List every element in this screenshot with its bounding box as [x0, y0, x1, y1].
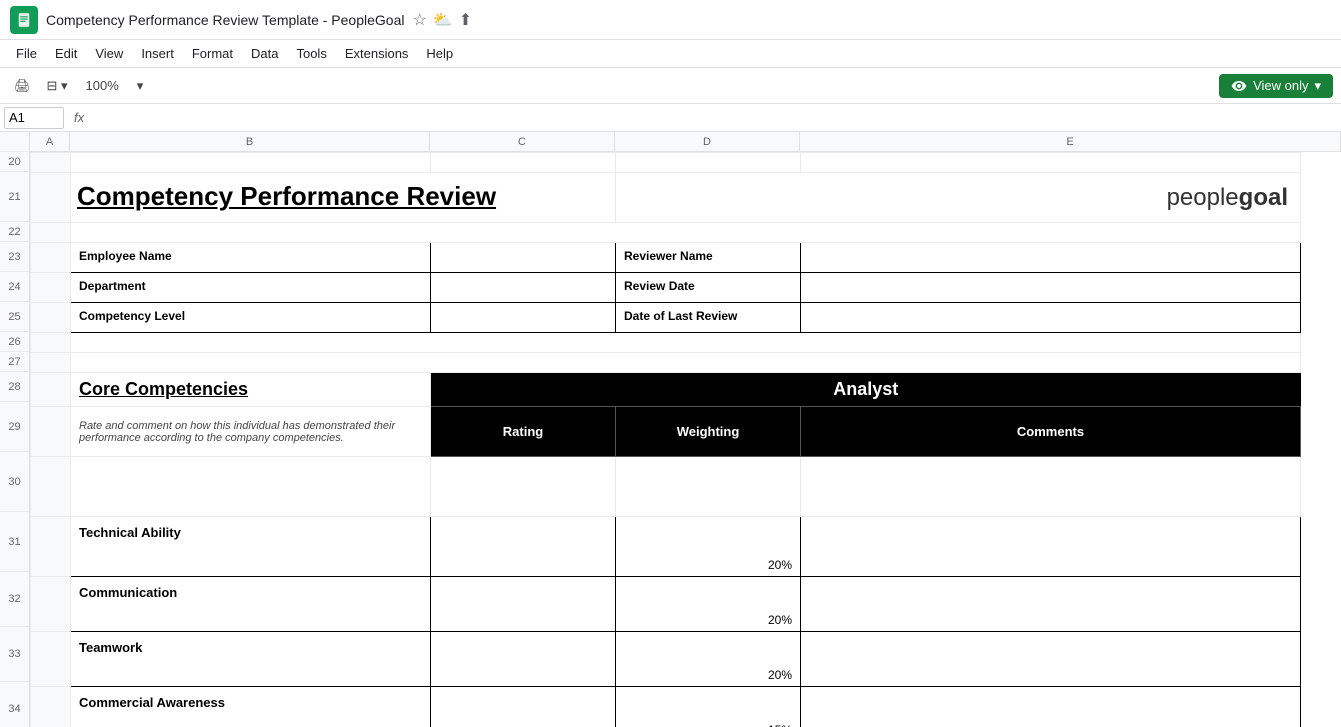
peoplegoal-logo: peoplegoal	[616, 173, 1300, 222]
analyst-label: Analyst	[431, 373, 1301, 406]
table-row: Employee Name Reviewer Name	[31, 243, 1301, 273]
technical-ability-weighting: 20%	[624, 521, 792, 572]
grid-area: A B C D E Competen	[30, 132, 1341, 727]
toolbar: 🖨 ⊟ ▾ 100% ▾ View only ▾	[0, 68, 1341, 104]
col-header-b: B	[70, 132, 430, 151]
col-header-c: C	[430, 132, 615, 151]
commercial-awareness-label: Commercial Awareness	[71, 687, 430, 718]
table-row	[31, 333, 1301, 353]
row-25: 25	[0, 302, 29, 332]
communication-weighting: 20%	[624, 581, 792, 627]
formula-input[interactable]	[94, 107, 1337, 129]
commercial-awareness-weighting: 15%	[624, 691, 792, 727]
row-24: 24	[0, 272, 29, 302]
table-row: Competency Level Date of Last Review	[31, 303, 1301, 333]
cloud-icon[interactable]: ⛅	[433, 10, 453, 30]
menu-help[interactable]: Help	[418, 44, 461, 63]
zoom-control[interactable]: 100%	[78, 76, 127, 95]
communication-label: Communication	[71, 577, 430, 608]
weighting-header: Weighting	[616, 407, 800, 456]
table-row: Teamwork 20%	[31, 632, 1301, 687]
row-27: 27	[0, 352, 29, 372]
table-row: Technical Ability 20%	[31, 517, 1301, 577]
sheets-icon	[10, 6, 38, 34]
formula-bar: fx	[0, 104, 1341, 132]
logo-people: people	[1167, 184, 1239, 212]
row-33: 33	[0, 627, 29, 682]
sheet-table: Competency Performance Review peoplegoal	[30, 152, 1301, 727]
column-headers: A B C D E	[30, 132, 1341, 152]
row-29: 29	[0, 402, 29, 452]
row-numbers: 20 21 22 23 24 25 26 27 28 29 30 31 32 3…	[0, 132, 30, 727]
menu-bar: File Edit View Insert Format Data Tools …	[0, 40, 1341, 68]
comments-header: Comments	[801, 407, 1300, 456]
drive-icon[interactable]: ⬆	[459, 10, 472, 30]
table-row	[31, 353, 1301, 373]
table-row: Competency Performance Review peoplegoal	[31, 173, 1301, 223]
table-row: Communication 20%	[31, 577, 1301, 632]
logo-goal: goal	[1239, 184, 1288, 212]
top-bar: Competency Performance Review Template -…	[0, 0, 1341, 40]
reviewer-name-label: Reviewer Name	[616, 243, 800, 269]
row-21: 21	[0, 172, 29, 222]
core-competencies-title: Core Competencies	[71, 375, 430, 404]
zoom-dropdown[interactable]: ▾	[131, 74, 150, 98]
table-row: Rate and comment on how this individual …	[31, 407, 1301, 457]
row-20: 20	[0, 152, 29, 172]
star-icon[interactable]: ☆	[412, 10, 426, 30]
department-label: Department	[71, 273, 430, 299]
col-header-a: A	[30, 132, 70, 151]
menu-edit[interactable]: Edit	[47, 44, 85, 63]
table-row: Department Review Date	[31, 273, 1301, 303]
teamwork-label: Teamwork	[71, 632, 430, 663]
table-row: Commercial Awareness 15%	[31, 687, 1301, 727]
sheet-container: 20 21 22 23 24 25 26 27 28 29 30 31 32 3…	[0, 132, 1341, 727]
row-26: 26	[0, 332, 29, 352]
technical-ability-label: Technical Ability	[71, 517, 430, 548]
document-title: Competency Performance Review Template -…	[46, 12, 404, 28]
menu-insert[interactable]: Insert	[133, 44, 182, 63]
fx-icon: fx	[68, 110, 90, 125]
col-header-e: E	[800, 132, 1341, 151]
print-button[interactable]: 🖨	[8, 74, 37, 98]
row-23: 23	[0, 242, 29, 272]
row-34: 34	[0, 682, 29, 727]
row-32: 32	[0, 572, 29, 627]
menu-file[interactable]: File	[8, 44, 45, 63]
row-31: 31	[0, 512, 29, 572]
main-title: Competency Performance Review	[71, 173, 615, 220]
teamwork-weighting: 20%	[624, 636, 792, 682]
table-row	[31, 153, 1301, 173]
core-subtitle: Rate and comment on how this individual …	[71, 414, 430, 450]
title-icons: ☆ ⛅ ⬆	[412, 10, 472, 30]
rating-header: Rating	[431, 407, 615, 456]
menu-data[interactable]: Data	[243, 44, 286, 63]
table-row	[31, 457, 1301, 517]
table-row: Core Competencies Analyst	[31, 373, 1301, 407]
competency-level-label: Competency Level	[71, 303, 430, 329]
menu-tools[interactable]: Tools	[288, 44, 334, 63]
view-only-label: View only	[1253, 78, 1308, 93]
view-only-button[interactable]: View only ▾	[1219, 74, 1333, 98]
row-30: 30	[0, 452, 29, 512]
row-22: 22	[0, 222, 29, 242]
menu-view[interactable]: View	[87, 44, 131, 63]
employee-name-label: Employee Name	[71, 243, 430, 269]
menu-format[interactable]: Format	[184, 44, 241, 63]
menu-extensions[interactable]: Extensions	[337, 44, 417, 63]
cell-reference-input[interactable]	[4, 107, 64, 129]
filter-button[interactable]: ⊟ ▾	[41, 74, 74, 98]
col-header-d: D	[615, 132, 800, 151]
review-date-label: Review Date	[616, 273, 800, 299]
table-row	[31, 223, 1301, 243]
row-28: 28	[0, 372, 29, 402]
last-review-label: Date of Last Review	[616, 303, 800, 329]
view-only-chevron: ▾	[1314, 78, 1321, 94]
sheet-content: Competency Performance Review peoplegoal	[30, 152, 1341, 727]
